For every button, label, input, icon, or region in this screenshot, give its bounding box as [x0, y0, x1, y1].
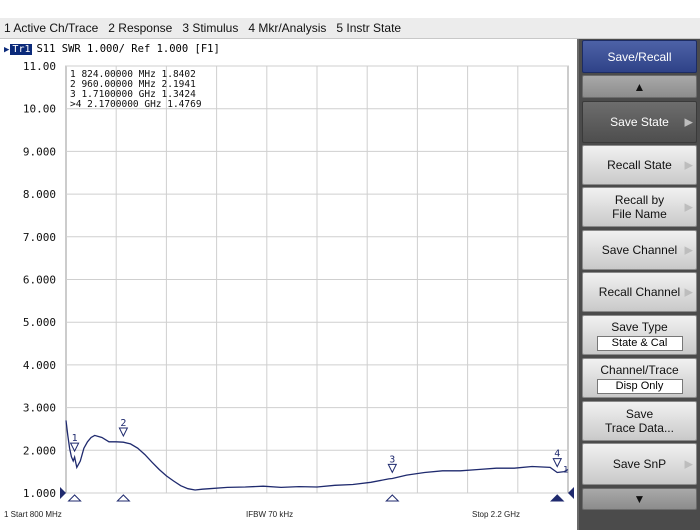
stimulus-marker-1-icon [67, 494, 82, 502]
footer-ifbw: IFBW 70 kHz [246, 510, 294, 519]
chart-window: 11.00 10.00 9.000 8.000 7.000 6.000 5.000 4.000… [0, 39, 579, 530]
scroll-down-icon: ▼ [633, 492, 646, 506]
footer-bar: 1 Start 800 MHz IFBW 70 kHz Stop 2.2 GHz [0, 508, 577, 530]
chevron-right-icon: ▶ [684, 286, 693, 299]
stimulus-marker-4-icon [550, 494, 565, 502]
trace-end-marker: 1 [563, 466, 568, 476]
chevron-right-icon: ▶ [684, 458, 693, 471]
y-tick-label: 9.000 [23, 145, 56, 158]
marker-1-label: 1 [72, 433, 78, 444]
footer-stop: Stop 2.2 GHz [472, 510, 521, 519]
y-tick-label: 5.000 [23, 316, 56, 329]
chevron-right-icon: ▶ [684, 201, 693, 214]
save-state-button[interactable]: Save State ▶ [582, 101, 697, 143]
y-tick-label: 6.000 [23, 274, 56, 287]
marker-2-label: 2 [120, 418, 126, 429]
ref-left-arrow-icon [60, 487, 66, 499]
y-tick-label: 1.000 [23, 487, 56, 500]
scroll-up-button[interactable]: ▲ [582, 75, 697, 98]
trace-header-text: S11 SWR 1.000/ Ref 1.000 [F1] [36, 43, 220, 55]
save-snp-button[interactable]: Save SnP ▶ [582, 443, 697, 485]
menu-stimulus[interactable]: 3 Stimulus [178, 21, 244, 35]
chevron-right-icon: ▶ [684, 159, 693, 172]
save-trace-data-button[interactable]: Save Trace Data... [582, 401, 697, 441]
stimulus-marker-2-icon [116, 494, 131, 502]
menu-active-ch-trace[interactable]: 1 Active Ch/Trace [0, 21, 104, 35]
chevron-right-icon: ▶ [684, 244, 693, 257]
menu-mkr-analysis[interactable]: 4 Mkr/Analysis [244, 21, 332, 35]
chevron-right-icon: ▶ [684, 116, 693, 129]
menu-bar: 1 Active Ch/Trace 2 Response 3 Stimulus … [0, 18, 700, 39]
stimulus-marker-3-icon [385, 494, 400, 502]
menu-response[interactable]: 2 Response [104, 21, 178, 35]
trace-badge[interactable]: Tr1 [10, 44, 33, 55]
footer-start: 1 Start 800 MHz [4, 510, 62, 519]
channel-trace-value: Disp Only [596, 378, 683, 394]
menu-instr-state[interactable]: 5 Instr State [332, 21, 407, 35]
scroll-up-icon: ▲ [633, 79, 646, 94]
active-trace-arrow-icon: ▶ [4, 45, 10, 55]
save-type-value: State & Cal [596, 335, 683, 351]
save-type-button[interactable]: Save Type State & Cal [582, 315, 697, 355]
top-strip [0, 0, 700, 18]
y-tick-label: 2.000 [23, 444, 56, 457]
marker-4-label: 4 [554, 449, 560, 460]
save-channel-button[interactable]: Save Channel ▶ [582, 230, 697, 270]
ref-right-arrow-icon [568, 487, 574, 499]
marker-3-label: 3 [389, 454, 395, 465]
y-tick-label: 4.000 [23, 359, 56, 372]
softkey-title: Save/Recall [582, 40, 697, 73]
channel-trace-button[interactable]: Channel/Trace Disp Only [582, 358, 697, 398]
trace-header: ▶ Tr1 S11 SWR 1.000/ Ref 1.000 [F1] [4, 43, 220, 55]
scroll-down-button[interactable]: ▼ [582, 488, 697, 510]
recall-channel-button[interactable]: Recall Channel ▶ [582, 272, 697, 312]
recall-by-file-name-button[interactable]: Recall by File Name ▶ [582, 187, 697, 227]
y-tick-label: 8.000 [23, 188, 56, 201]
y-tick-label: 7.000 [23, 231, 56, 244]
swr-plot: 11.00 10.00 9.000 8.000 7.000 6.000 5.000 4.000… [23, 60, 574, 502]
marker-readout-line: >4 2.1700000 GHz 1.4769 [70, 99, 202, 110]
softkey-panel: Save/Recall ▲ Save State ▶ Recall State ▶ … [579, 39, 700, 530]
y-tick-label: 3.000 [23, 402, 56, 415]
recall-state-button[interactable]: Recall State ▶ [582, 145, 697, 185]
y-tick-label: 10.00 [23, 103, 56, 116]
y-tick-label: 11.00 [23, 60, 56, 73]
